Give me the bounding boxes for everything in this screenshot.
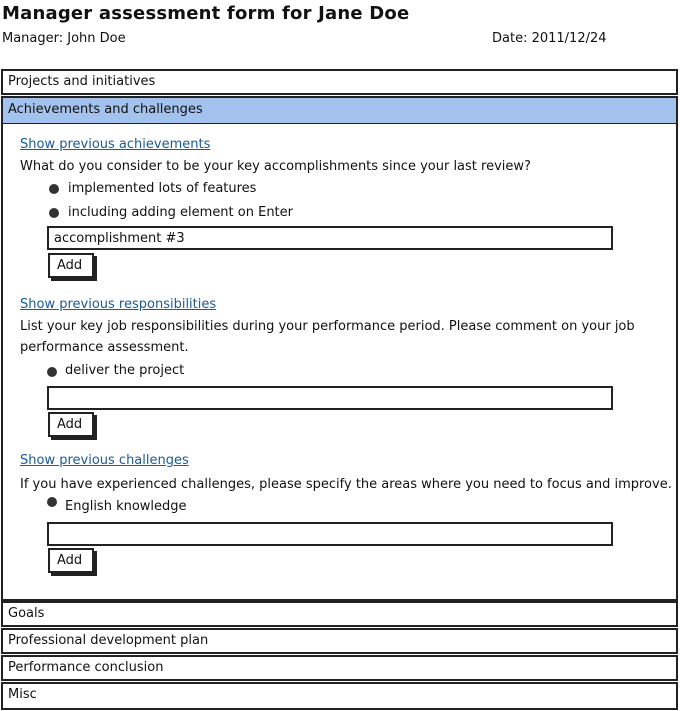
challenge-input[interactable] — [47, 522, 613, 546]
add-responsibility-button[interactable]: Add — [48, 412, 94, 437]
show-previous-achievements-link[interactable]: Show previous achievements — [20, 137, 210, 152]
achievements-question: What do you consider to be your key acco… — [20, 159, 531, 174]
bullet-icon — [49, 208, 59, 218]
accordion-misc-label: Misc — [8, 687, 37, 702]
accordion-performance-conclusion-label: Performance conclusion — [8, 660, 164, 675]
bullet-icon — [47, 497, 57, 507]
responsibility-item: deliver the project — [65, 363, 185, 378]
achievement-item: including adding element on Enter — [68, 205, 293, 220]
date-label: Date: 2011/12/24 — [492, 31, 607, 46]
responsibility-input[interactable] — [47, 386, 613, 410]
accordion-achievements[interactable]: Achievements and challenges — [1, 96, 678, 125]
bullet-icon — [49, 184, 59, 194]
manager-label: Manager: John Doe — [2, 31, 126, 46]
show-previous-challenges-link[interactable]: Show previous challenges — [20, 453, 189, 468]
challenges-question: If you have experienced challenges, plea… — [20, 477, 672, 492]
responsibilities-question-line1: List your key job responsibilities durin… — [20, 319, 635, 334]
bullet-icon — [47, 367, 57, 377]
accordion-development-plan-label: Professional development plan — [8, 633, 209, 648]
achievement-input[interactable] — [47, 226, 613, 250]
accordion-projects-label: Projects and initiatives — [8, 74, 156, 89]
responsibilities-question-line2: performance assessment. — [20, 340, 189, 355]
add-challenge-button[interactable]: Add — [48, 548, 94, 573]
accordion-projects[interactable]: Projects and initiatives — [1, 69, 678, 95]
accordion-development-plan[interactable]: Professional development plan — [1, 628, 678, 654]
accordion-performance-conclusion[interactable]: Performance conclusion — [1, 655, 678, 681]
challenge-item: English knowledge — [65, 499, 187, 514]
accordion-goals-label: Goals — [8, 606, 45, 621]
show-previous-responsibilities-link[interactable]: Show previous responsibilities — [20, 297, 216, 312]
achievement-item: implemented lots of features — [68, 181, 257, 196]
accordion-achievements-label: Achievements and challenges — [8, 102, 203, 117]
achievements-panel: Show previous achievements What do you c… — [1, 124, 678, 601]
page-title: Manager assessment form for Jane Doe — [2, 3, 410, 24]
accordion-misc[interactable]: Misc — [1, 682, 678, 710]
accordion-goals[interactable]: Goals — [1, 601, 678, 627]
add-achievement-button[interactable]: Add — [48, 253, 94, 278]
